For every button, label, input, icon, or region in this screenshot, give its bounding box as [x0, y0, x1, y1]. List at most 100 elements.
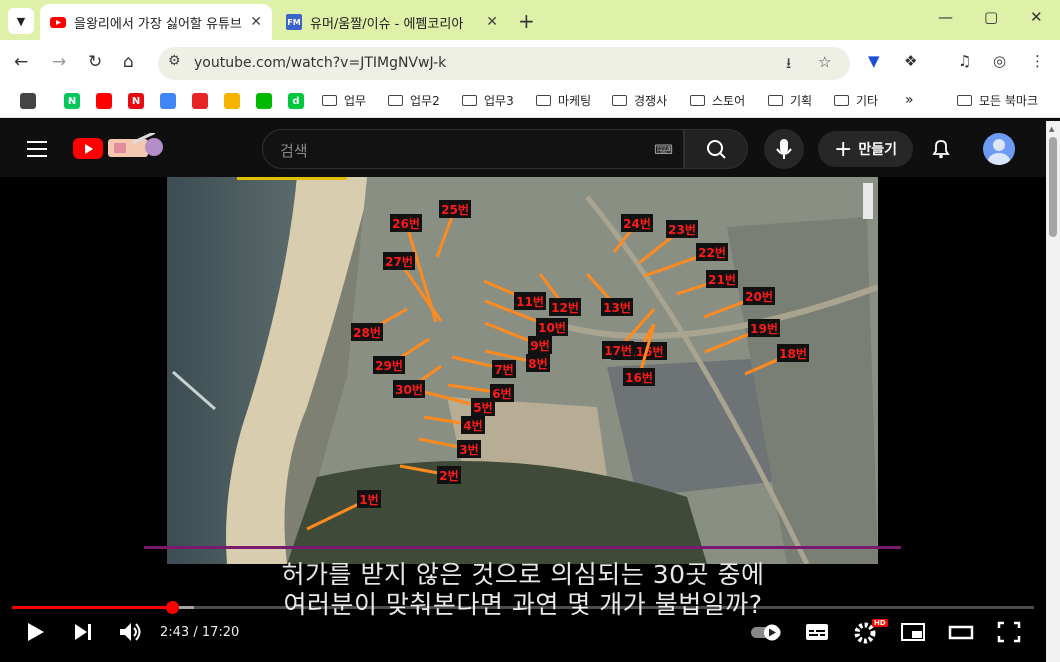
folder-icon [462, 95, 477, 106]
folder-app-icon[interactable] [224, 93, 240, 109]
map-marker-label: 18번 [779, 346, 807, 361]
fullscreen-icon[interactable] [996, 619, 1022, 645]
map-marker-label: 2번 [439, 468, 458, 483]
forward-icon[interactable]: → [52, 52, 66, 72]
youtube-page: 검색 ⌨ + 만들기 1번 2번 3번 4번 5번 6번 7번 8번 9번 10… [0, 121, 1046, 662]
tab-search-button[interactable]: ▼ [8, 8, 34, 34]
subtitle-divider [144, 546, 901, 549]
account-avatar[interactable] [983, 133, 1015, 165]
map-marker-label: 6번 [492, 386, 511, 401]
back-icon[interactable]: ← [14, 52, 28, 72]
tab-close-icon[interactable]: ✕ [250, 14, 262, 30]
search-placeholder: 검색 [280, 142, 308, 160]
map-marker-label: 27번 [385, 254, 413, 269]
browser-toolbar: ← → ↻ ⌂ ⚙ youtube.com/watch?v=JTIMgNVwJ-… [0, 40, 1060, 86]
folder-icon [536, 95, 551, 106]
play-icon[interactable] [24, 619, 48, 645]
create-button[interactable]: + 만들기 [818, 131, 913, 167]
address-bar[interactable]: ⚙ youtube.com/watch?v=JTIMgNVwJ-k ⭳ ☆ [158, 47, 850, 80]
map-marker-label: 3번 [459, 442, 478, 457]
map-marker-label: 11번 [516, 294, 544, 309]
tab-fmkorea[interactable]: FM 유머/움짤/이슈 - 에펨코리아 ✕ [276, 4, 508, 40]
map-marker-label: 12번 [551, 300, 579, 315]
site-info-icon[interactable]: ⚙ [168, 53, 181, 69]
folder-icon [388, 95, 403, 106]
folder-icon [612, 95, 627, 106]
subtitles-icon[interactable] [804, 619, 830, 645]
scrollbar-thumb[interactable] [1049, 137, 1057, 237]
progress-scrubber[interactable] [166, 601, 179, 614]
volume-icon[interactable] [118, 619, 144, 645]
line-icon[interactable] [256, 93, 272, 109]
map-marker-label: 26번 [392, 216, 420, 231]
bookmark-folder[interactable]: 마케팅 [536, 92, 591, 109]
folder-icon [834, 95, 849, 106]
bookmark-folder[interactable]: 경쟁사 [612, 92, 667, 109]
bookmark-folder[interactable]: 기타 [834, 92, 878, 109]
guide-menu-icon[interactable] [27, 141, 47, 162]
notifications-bell-icon[interactable] [930, 138, 952, 160]
map-marker-label: 16번 [625, 370, 653, 385]
home-icon[interactable]: ⌂ [123, 52, 134, 72]
map-marker-label: 25번 [441, 202, 469, 217]
map-marker-label: 1번 [359, 492, 378, 507]
d-icon[interactable]: d [288, 93, 304, 109]
search-button[interactable] [684, 129, 748, 169]
bookmark-folder[interactable]: 스토어 [690, 92, 745, 109]
page-scrollbar[interactable]: ▲ [1046, 121, 1060, 662]
map-marker-label: 13번 [603, 300, 631, 315]
bookmark-folder[interactable]: 업무 [322, 92, 366, 109]
url-text[interactable]: youtube.com/watch?v=JTIMgNVwJ-k [194, 55, 446, 71]
maximize-icon[interactable]: ▢ [984, 8, 998, 26]
youtube-logo[interactable] [73, 138, 103, 159]
youtube-doodle-icon[interactable] [106, 133, 170, 161]
naver-icon[interactable]: N [64, 93, 80, 109]
plus-icon: + [833, 136, 853, 162]
video-player[interactable]: 1번 2번 3번 4번 5번 6번 7번 8번 9번 10번 11번 12번 13번 14,15번 16번 1… [0, 177, 1046, 662]
reload-icon[interactable]: ↻ [88, 52, 102, 72]
bookmarks-overflow-button[interactable]: » [905, 92, 914, 108]
netflix-icon[interactable]: N [128, 93, 144, 109]
bookmark-star-icon[interactable]: ☆ [818, 53, 831, 71]
map-marker-label: 7번 [494, 362, 513, 377]
search-icon [707, 140, 726, 159]
coupang-icon[interactable] [192, 93, 208, 109]
bookmark-label: 스토어 [712, 94, 746, 108]
extension-download-icon[interactable]: ▼ [868, 52, 880, 70]
profile-icon[interactable]: ◎ [993, 52, 1006, 70]
apps-grid-icon[interactable] [20, 93, 36, 109]
bookmark-folder[interactable]: 업무3 [462, 92, 514, 109]
bookmark-label: 마케팅 [558, 94, 592, 108]
menu-kebab-icon[interactable]: ⋮ [1030, 52, 1045, 70]
close-window-icon[interactable]: ✕ [1030, 8, 1043, 26]
map-marker-label: 30번 [395, 382, 423, 397]
youtube-icon[interactable] [96, 93, 112, 109]
miniplayer-icon[interactable] [900, 619, 926, 645]
map-marker-label: 17번 [604, 343, 632, 358]
all-bookmarks-folder[interactable]: 모든 북마크 [957, 92, 1038, 109]
map-marker-label: 29번 [375, 358, 403, 373]
scroll-up-icon[interactable]: ▲ [1049, 125, 1054, 133]
autoplay-toggle-icon[interactable] [750, 619, 784, 645]
new-tab-button[interactable]: + [518, 9, 535, 33]
tab-close-icon[interactable]: ✕ [486, 14, 498, 30]
map-marker-label: 23번 [668, 222, 696, 237]
map-marker-label: 5번 [473, 400, 492, 415]
minimize-icon[interactable]: — [938, 8, 953, 26]
keyboard-icon[interactable]: ⌨ [654, 143, 673, 158]
time-display: 2:43 / 17:20 [160, 625, 240, 640]
play-store-icon[interactable] [160, 93, 176, 109]
media-control-icon[interactable]: ♫ [958, 52, 971, 70]
bookmark-folder[interactable]: 업무2 [388, 92, 440, 109]
tab-youtube[interactable]: 을왕리에서 가장 싫어할 유튜브 ✕ [40, 4, 272, 40]
bookmark-folder[interactable]: 기획 [768, 92, 812, 109]
next-icon[interactable] [72, 619, 96, 645]
tab-title: 유머/움짤/이슈 - 에펨코리아 [310, 16, 464, 32]
search-input[interactable]: 검색 ⌨ [262, 129, 684, 169]
theater-mode-icon[interactable] [948, 619, 974, 645]
microphone-icon [776, 139, 792, 159]
folder-icon [690, 95, 705, 106]
install-app-icon[interactable]: ⭳ [786, 53, 791, 78]
voice-search-button[interactable] [764, 129, 804, 169]
extensions-icon[interactable]: ❖ [904, 52, 917, 70]
